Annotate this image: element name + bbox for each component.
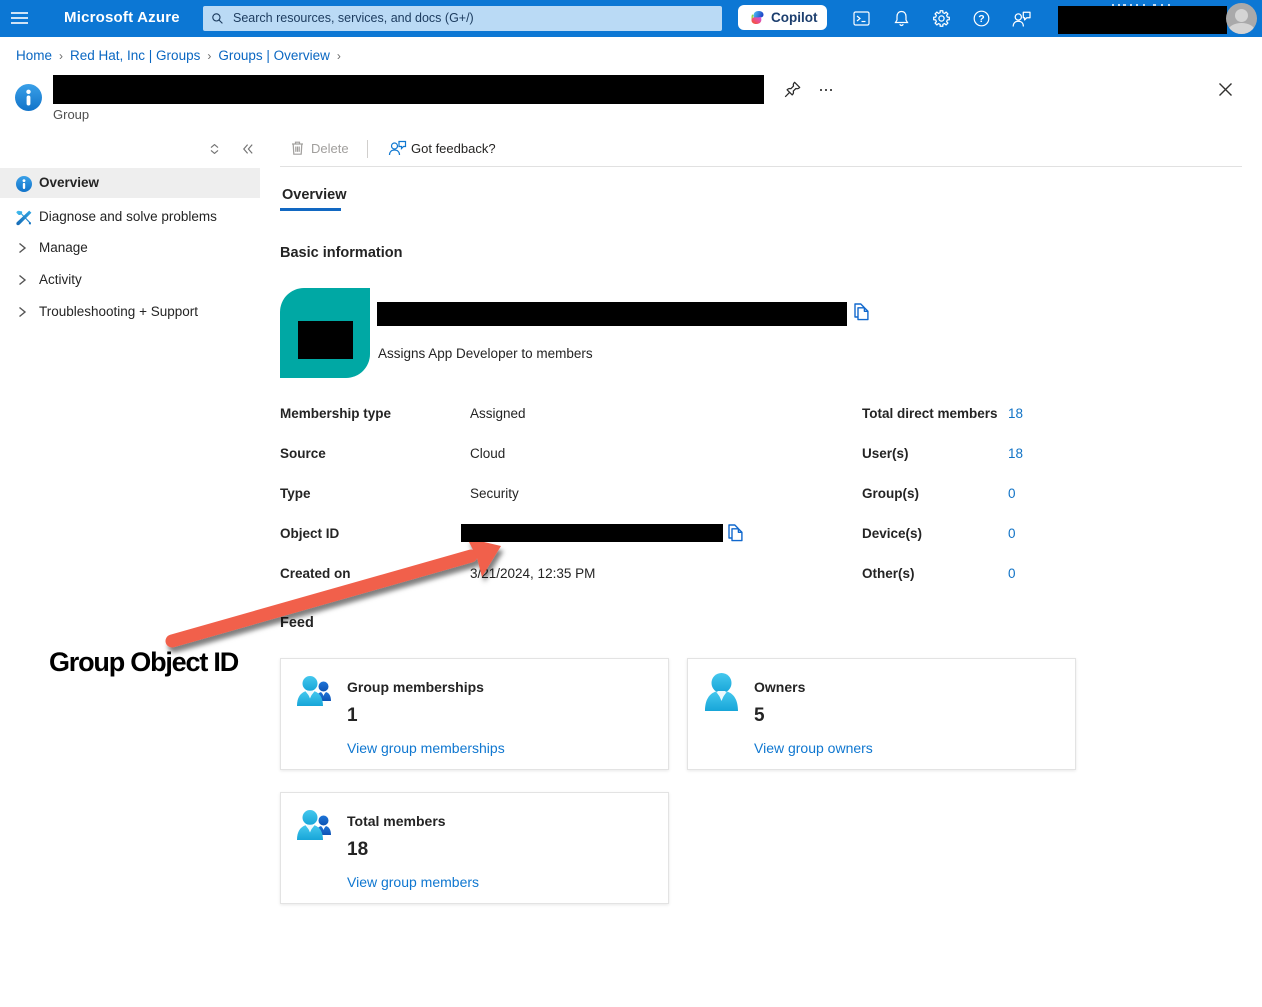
svg-text:?: ?	[978, 13, 984, 25]
